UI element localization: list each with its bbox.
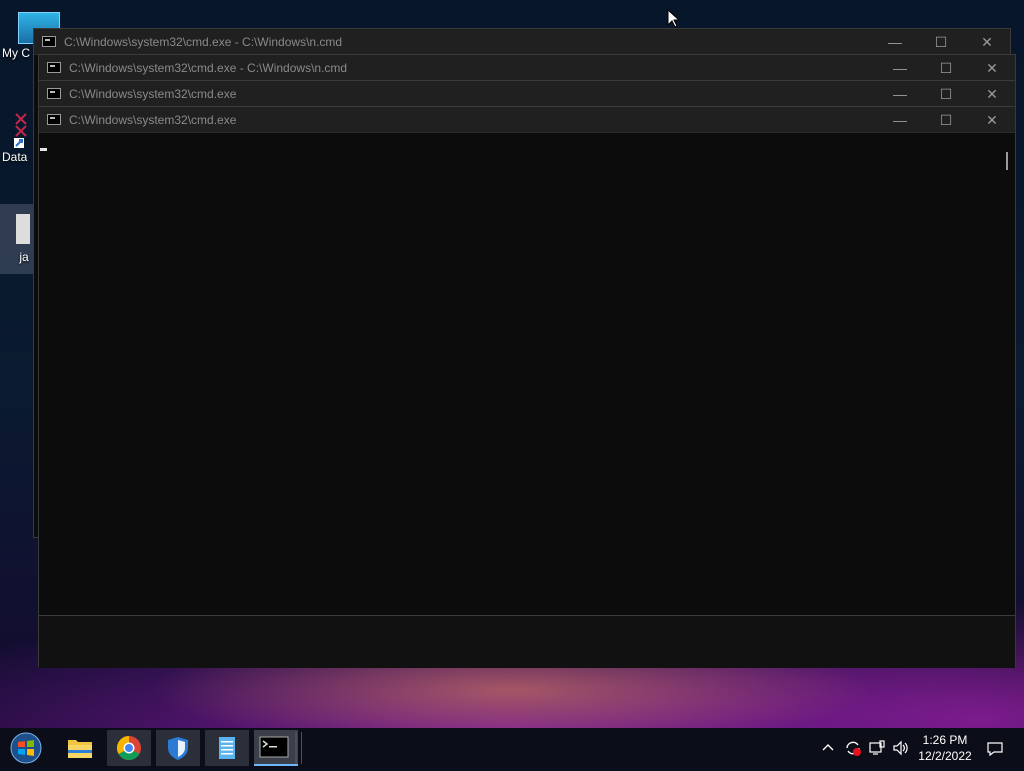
shortcut-icon (2, 112, 32, 148)
desktop-icon-label: Data (2, 150, 28, 164)
window-title: C:\Windows\system32\cmd.exe - C:\Windows… (64, 35, 343, 49)
start-button[interactable] (6, 730, 50, 766)
volume-icon[interactable] (892, 739, 910, 757)
taskbar-window-stack-indicator (295, 732, 302, 764)
maximize-button[interactable]: ☐ (918, 29, 964, 55)
minimize-button[interactable]: — (877, 81, 923, 107)
close-button[interactable]: ✕ (969, 81, 1015, 107)
notepad-icon (219, 737, 235, 759)
cmd-icon (47, 114, 61, 125)
action-center-icon[interactable] (986, 740, 1004, 758)
close-button[interactable]: ✕ (969, 107, 1015, 133)
title-bar[interactable]: C:\Windows\system32\cmd.exe - C:\Windows… (39, 55, 1015, 81)
close-button[interactable]: ✕ (964, 29, 1010, 55)
taskbar: 1:26 PM 12/2/2022 (0, 728, 1024, 768)
sync-alert-icon[interactable] (844, 739, 862, 757)
system-tray (818, 728, 918, 768)
chrome-button[interactable] (107, 730, 151, 766)
clock-time: 1:26 PM (922, 733, 968, 747)
clock-date: 12/2/2022 (918, 749, 972, 763)
file-explorer-button[interactable] (58, 730, 102, 766)
command-prompt-button[interactable] (254, 730, 298, 766)
desktop: My C Data ja C:\Windows\system32\cmd.exe… (0, 0, 1024, 728)
clock[interactable]: 1:26 PM 12/2/2022 (912, 732, 978, 764)
cmd-icon (47, 62, 61, 73)
vertical-scrollbar[interactable] (999, 133, 1015, 615)
window-title: C:\Windows\system32\cmd.exe (69, 113, 237, 127)
close-button[interactable]: ✕ (969, 55, 1015, 81)
maximize-button[interactable]: ☐ (923, 55, 969, 81)
desktop-icon-label: My C (2, 46, 30, 60)
scrollbar-thumb[interactable] (1006, 152, 1008, 170)
chevron-up-icon[interactable] (821, 741, 835, 755)
title-bar[interactable]: C:\Windows\system32\cmd.exe - C:\Windows… (34, 29, 1010, 55)
network-icon[interactable] (868, 739, 886, 757)
cmd-window-4[interactable]: C:\Windows\system32\cmd.exe — ☐ ✕ (38, 106, 1016, 668)
console-lower-pane (39, 615, 1015, 668)
title-bar[interactable]: C:\Windows\system32\cmd.exe — ☐ ✕ (39, 107, 1015, 133)
chrome-icon (116, 736, 141, 761)
shield-icon (168, 737, 188, 760)
folder-icon (68, 740, 92, 758)
file-icon (16, 214, 30, 244)
maximize-button[interactable]: ☐ (923, 81, 969, 107)
minimize-button[interactable]: — (877, 107, 923, 133)
maximize-button[interactable]: ☐ (923, 107, 969, 133)
cmd-icon (47, 88, 61, 99)
windows-orb-icon (10, 732, 42, 764)
title-bar[interactable]: C:\Windows\system32\cmd.exe — ☐ ✕ (39, 81, 1015, 107)
minimize-button[interactable]: — (872, 29, 918, 55)
mouse-pointer-icon (667, 9, 681, 28)
window-title: C:\Windows\system32\cmd.exe - C:\Windows… (69, 61, 348, 75)
minimize-button[interactable]: — (877, 55, 923, 81)
notepad-button[interactable] (205, 730, 249, 766)
window-title: C:\Windows\system32\cmd.exe (69, 87, 237, 101)
desktop-icon-label: ja (19, 250, 29, 264)
windows-security-button[interactable] (156, 730, 200, 766)
console-area[interactable] (39, 133, 999, 615)
cmd-icon (42, 36, 56, 47)
text-cursor (40, 148, 47, 151)
cmd-icon (259, 736, 289, 758)
